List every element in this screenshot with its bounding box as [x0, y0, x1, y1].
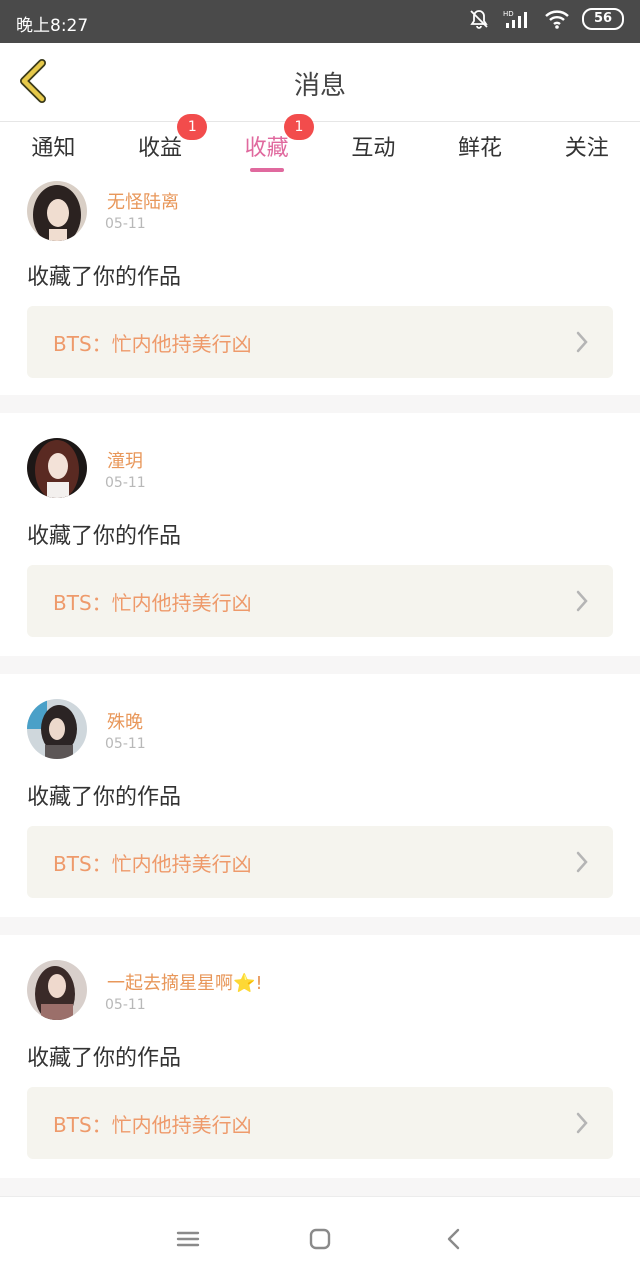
tab-badge: 1 — [284, 114, 315, 140]
divider — [0, 395, 640, 413]
page-title: 消息 — [293, 71, 346, 101]
system-nav-bar — [0, 1196, 640, 1280]
action-text: 收藏了你的作品 — [27, 265, 182, 290]
header: 消息 — [0, 43, 640, 122]
tab-follows[interactable]: 关注 — [533, 122, 640, 178]
avatar[interactable] — [27, 699, 87, 759]
tab-flowers[interactable]: 鲜花 — [427, 122, 534, 178]
list-item: 潼玥 05-11 收藏了你的作品 BTS：忙内他持美行凶 — [0, 413, 640, 656]
tab-bar: 通知 收益 1 收藏 1 互动 鲜花 关注 — [0, 114, 640, 178]
chevron-right-icon — [576, 331, 588, 353]
status-icons: HD 56 — [468, 8, 624, 30]
avatar[interactable] — [27, 438, 87, 498]
tab-label: 收益 — [138, 136, 183, 161]
svg-text:HD: HD — [503, 10, 514, 18]
list-item: 殊晚 05-11 收藏了你的作品 BTS：忙内他持美行凶 — [0, 674, 640, 917]
hd-signal-icon: HD — [503, 10, 527, 28]
work-link[interactable]: BTS：忙内他持美行凶 — [27, 306, 613, 378]
divider — [0, 917, 640, 935]
avatar[interactable] — [27, 960, 87, 1020]
username[interactable]: 无怪陆离 — [107, 188, 179, 214]
tab-badge: 1 — [177, 114, 208, 140]
action-text: 收藏了你的作品 — [27, 785, 182, 810]
list-item: 无怪陆离 05-11 收藏了你的作品 BTS：忙内他持美行凶 — [0, 178, 640, 395]
tab-earnings[interactable]: 收益 1 — [107, 114, 214, 178]
timestamp: 05-11 — [105, 736, 146, 752]
status-bar: 晚上8:27 HD 56 — [0, 0, 640, 43]
work-link[interactable]: BTS：忙内他持美行凶 — [27, 826, 613, 898]
back-icon[interactable] — [440, 1225, 468, 1253]
work-link[interactable]: BTS：忙内他持美行凶 — [27, 1087, 613, 1159]
timestamp: 05-11 — [105, 216, 146, 232]
chevron-right-icon — [576, 851, 588, 873]
app-root: 晚上8:27 HD 56 消息 通知 收益 1 收藏 1 互动 鲜花 关注 无怪… — [0, 0, 640, 1280]
divider — [0, 656, 640, 674]
bell-off-icon — [470, 10, 488, 29]
battery-icon: 56 — [582, 8, 624, 30]
message-list: 无怪陆离 05-11 收藏了你的作品 BTS：忙内他持美行凶 潼玥 05-11 … — [0, 178, 640, 1178]
action-text: 收藏了你的作品 — [27, 1046, 182, 1071]
work-title: BTS：忙内他持美行凶 — [53, 332, 252, 356]
tab-label: 关注 — [564, 136, 609, 161]
status-time: 晚上8:27 — [16, 16, 89, 36]
timestamp: 05-11 — [105, 475, 146, 491]
menu-icon[interactable] — [174, 1225, 202, 1253]
timestamp: 05-11 — [105, 997, 146, 1013]
tab-label: 互动 — [351, 136, 396, 161]
chevron-right-icon — [576, 590, 588, 612]
list-item: 一起去摘星星啊⭐! 05-11 收藏了你的作品 BTS：忙内他持美行凶 — [0, 935, 640, 1178]
tab-notifications[interactable]: 通知 — [0, 122, 107, 178]
tab-interactions[interactable]: 互动 — [320, 122, 427, 178]
avatar[interactable] — [27, 181, 87, 241]
username[interactable]: 一起去摘星星啊⭐! — [107, 969, 263, 995]
active-tab-indicator — [249, 168, 284, 172]
tab-label: 通知 — [31, 136, 76, 161]
tab-favorites[interactable]: 收藏 1 — [213, 114, 320, 178]
tab-label: 收藏 — [244, 136, 289, 161]
tab-label: 鲜花 — [458, 136, 503, 161]
work-title: BTS：忙内他持美行凶 — [53, 1113, 252, 1137]
username[interactable]: 殊晚 — [107, 708, 143, 734]
username[interactable]: 潼玥 — [107, 447, 143, 473]
work-title: BTS：忙内他持美行凶 — [53, 852, 252, 876]
home-icon[interactable] — [306, 1225, 334, 1253]
work-link[interactable]: BTS：忙内他持美行凶 — [27, 565, 613, 637]
chevron-right-icon — [576, 1112, 588, 1134]
action-text: 收藏了你的作品 — [27, 524, 182, 549]
work-title: BTS：忙内他持美行凶 — [53, 591, 252, 615]
wifi-icon — [545, 10, 569, 29]
